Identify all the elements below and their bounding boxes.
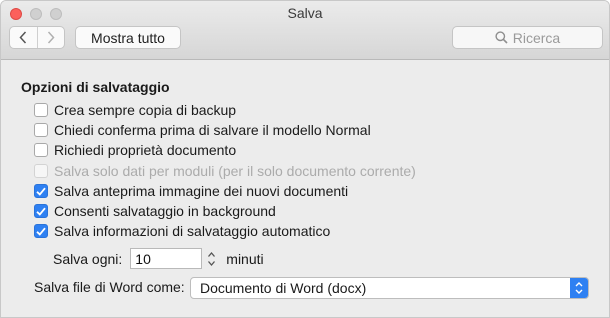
nav-button-group xyxy=(9,26,65,49)
option-label: Salva informazioni di salvataggio automa… xyxy=(54,223,331,239)
option-confirm-normal[interactable]: Chiedi conferma prima di salvare il mode… xyxy=(34,121,371,139)
autosave-label: Salva ogni: xyxy=(53,250,123,267)
forward-button[interactable] xyxy=(36,27,65,48)
chevron-right-icon xyxy=(47,31,55,44)
stepper-arrows-icon xyxy=(208,251,216,266)
format-label: Salva file di Word come: xyxy=(34,279,185,295)
format-selected-value: Documento di Word (docx) xyxy=(200,280,367,296)
title-bar: Salva Mostra tutto Ricerca xyxy=(1,1,609,60)
option-label: Consenti salvataggio in background xyxy=(54,203,276,219)
up-down-chevron-icon xyxy=(575,282,583,294)
minutes-stepper[interactable] xyxy=(206,248,217,269)
option-label: Salva anteprima immagine dei nuovi docum… xyxy=(54,183,349,199)
checkbox[interactable] xyxy=(34,143,48,157)
checkbox-checked[interactable] xyxy=(34,204,48,218)
search-field[interactable]: Ricerca xyxy=(452,26,603,49)
format-row: Salva file di Word come: xyxy=(34,279,185,295)
option-form-data: Salva solo dati per moduli (per il solo … xyxy=(34,162,416,180)
search-placeholder: Ricerca xyxy=(512,29,561,46)
format-select[interactable]: Documento di Word (docx) xyxy=(190,277,589,299)
option-label: Crea sempre copia di backup xyxy=(54,102,237,118)
checkmark-icon xyxy=(36,187,46,196)
show-all-button[interactable]: Mostra tutto xyxy=(75,26,181,49)
preferences-window: Salva Mostra tutto Ricerca Opzioni di sa… xyxy=(0,0,610,318)
search-icon xyxy=(495,31,508,44)
option-backup[interactable]: Crea sempre copia di backup xyxy=(34,101,236,119)
option-label: Chiedi conferma prima di salvare il mode… xyxy=(54,122,371,138)
checkbox-checked[interactable] xyxy=(34,224,48,238)
option-label: Richiedi proprietà documento xyxy=(54,142,237,158)
option-preview-image[interactable]: Salva anteprima immagine dei nuovi docum… xyxy=(34,182,348,200)
option-label: Salva solo dati per moduli (per il solo … xyxy=(54,163,416,179)
chevron-left-icon xyxy=(19,31,27,44)
autosave-unit: minuti xyxy=(226,250,264,267)
autosave-interval-row: Salva ogni: minuti xyxy=(53,248,264,269)
checkbox xyxy=(34,164,48,178)
window-title: Salva xyxy=(287,5,323,21)
checkbox[interactable] xyxy=(34,123,48,137)
autosave-minutes-input[interactable] xyxy=(130,248,203,269)
checkmark-icon xyxy=(36,207,46,216)
option-document-properties[interactable]: Richiedi proprietà documento xyxy=(34,141,236,159)
option-background-save[interactable]: Consenti salvataggio in background xyxy=(34,202,276,220)
checkbox[interactable] xyxy=(34,103,48,117)
checkbox-checked[interactable] xyxy=(34,184,48,198)
checkmark-icon xyxy=(36,227,46,236)
option-autosave-info[interactable]: Salva informazioni di salvataggio automa… xyxy=(34,222,330,240)
section-title: Opzioni di salvataggio xyxy=(21,79,170,95)
back-button[interactable] xyxy=(10,27,37,48)
popup-arrows-icon xyxy=(570,278,588,298)
